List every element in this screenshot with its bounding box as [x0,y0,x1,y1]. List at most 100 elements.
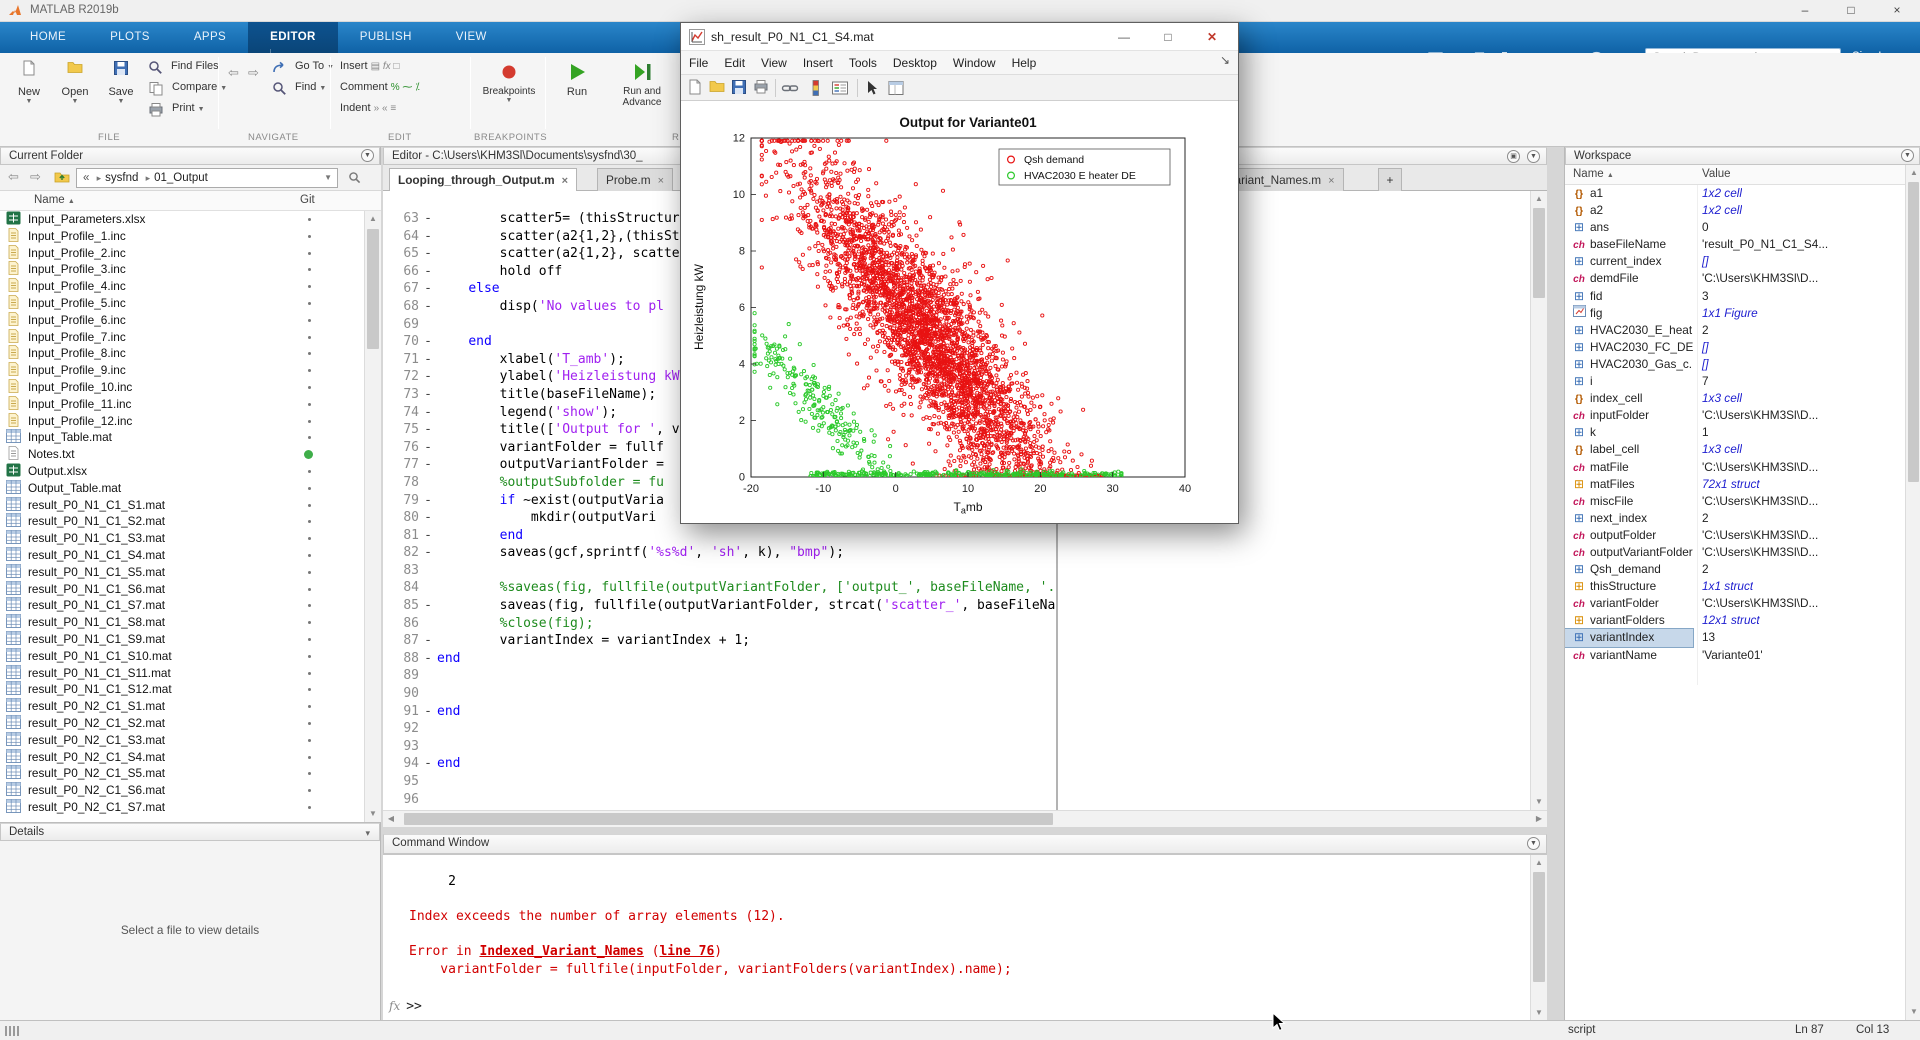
workspace-variable-row[interactable]: ⊞ HVAC2030_E_heat... 2 [1565,322,1905,339]
file-row[interactable]: Input_Profile_4.inc [0,278,364,295]
print-icon[interactable] [753,79,771,97]
figure-menu-insert[interactable]: Insert [795,51,841,75]
toolstrip-tab-view[interactable]: VIEW [434,22,509,53]
find-files-button[interactable]: Find Files [148,60,219,79]
link-icon[interactable] [781,79,799,97]
new-tab-button[interactable]: + [1378,168,1402,191]
file-row[interactable]: result_P0_N1_C1_S1.mat [0,496,364,514]
figure-menu-desktop[interactable]: Desktop [885,51,945,75]
search-folder-icon[interactable] [348,171,361,187]
maximize-button[interactable]: □ [1828,0,1874,21]
figure-menu-file[interactable]: File [681,51,716,75]
file-row[interactable]: Input_Profile_8.inc [0,345,364,362]
file-row[interactable]: Input_Profile_3.inc [0,261,364,278]
workspace-variable-row[interactable]: ⊞ matFiles 72x1 struct [1565,476,1905,493]
workspace-variable-row[interactable]: ⊞ k 1 [1565,424,1905,441]
print-button[interactable]: Print ▼ [148,102,205,121]
workspace-variable-row[interactable]: ch matFile 'C:\Users\KHM3Sl\D... [1565,459,1905,476]
indent-button[interactable]: Indent » « ≡ [340,102,396,121]
breadcrumb-dropdown-icon[interactable]: ▼ [324,169,332,187]
toolstrip-tab-plots[interactable]: PLOTS [88,22,172,53]
breadcrumb[interactable]: « ▸ sysfnd ▸ 01_Output ▼ [76,168,338,188]
workspace-variable-row[interactable]: fig 1x1 Figure [1565,304,1905,322]
file-row[interactable]: result_P0_N1_C1_S12.mat [0,681,364,698]
insert-button[interactable]: Insert ▤ fx □ [340,60,399,79]
figure-minimize-button[interactable]: — [1104,27,1144,47]
command-prompt[interactable]: fx >> [389,998,422,1016]
file-row[interactable]: Input_Table.mat [0,429,364,446]
toolstrip-tab-editor[interactable]: EDITOR [248,22,338,53]
file-row[interactable]: Output_Table.mat [0,479,364,497]
close-tab-icon[interactable]: × [658,175,664,187]
open-button[interactable]: Open ▼ [52,57,98,105]
code-line[interactable]: 96 [383,791,1056,809]
dock-figure-icon[interactable]: ↘ [1220,53,1230,67]
save-icon[interactable] [731,79,749,97]
file-row[interactable]: result_P0_N2_C1_S3.mat [0,731,364,749]
workspace-variable-row[interactable]: ⊞ HVAC2030_Gas_c...[] [1565,356,1905,373]
panel-actions-icon[interactable]: ▼ [1901,149,1914,162]
workspace-variable-row[interactable]: {} a1 1x2 cell [1565,185,1905,202]
file-row[interactable]: result_P0_N1_C1_S4.mat [0,546,364,564]
file-row[interactable]: result_P0_N1_C1_S8.mat [0,614,364,631]
forward-arrow-icon[interactable]: ⇨ [248,65,259,81]
close-button[interactable]: × [1874,0,1920,21]
command-window-scrollbar[interactable]: ▲ ▼ [1530,855,1547,1021]
code-line[interactable]: 90 [383,685,1056,703]
workspace-variable-row[interactable]: ⊞ variantIndex 13 [1565,628,1905,648]
code-line[interactable]: 81- end [383,527,1056,545]
code-line[interactable]: 83 [383,562,1056,580]
editor-scrollbar[interactable]: ▲ ▼ [1530,191,1547,810]
figure-menu-view[interactable]: View [753,51,795,75]
file-row[interactable]: Input_Profile_5.inc [0,295,364,312]
file-row[interactable]: Input_Parameters.xlsx [0,211,364,228]
go-to-button[interactable]: Go To▼ [272,60,334,79]
workspace-variable-row[interactable]: ⊞ next_index 2 [1565,510,1905,527]
workspace-variable-row[interactable]: ⊞ variantFolders 12x1 struct [1565,612,1905,629]
code-line[interactable]: 84 %saveas(fig, fullfile(outputVariantFo… [383,579,1056,597]
edit-plot-icon[interactable] [863,79,881,97]
up-folder-icon[interactable] [54,170,70,186]
close-tab-icon[interactable]: × [1328,175,1334,187]
minimize-button[interactable]: – [1782,0,1828,21]
file-row[interactable]: result_P0_N2_C1_S6.mat [0,782,364,799]
workspace-scrollbar[interactable]: ▲ ▼ [1905,165,1920,1020]
workspace-variable-row[interactable]: {} a2 1x2 cell [1565,202,1905,219]
command-window[interactable]: 2 Index exceeds the number of array eleme… [383,854,1547,1021]
workspace-variable-row[interactable]: ch baseFileName'result_P0_N1_C1_S4... [1565,236,1905,253]
file-row[interactable]: Input_Profile_9.inc [0,362,364,379]
editor-horizontal-scrollbar[interactable]: ◀ ▶ [383,810,1547,827]
scatter-plot[interactable]: Output for Variante01 -20 -10 0 10 20 30 40 0 2 4… [681,101,1238,523]
file-row[interactable]: Output.xlsx [0,463,364,480]
file-row[interactable]: result_P0_N1_C1_S5.mat [0,563,364,581]
file-list-header[interactable]: Name ▲ Git [0,191,381,211]
file-row[interactable]: result_P0_N1_C1_S7.mat [0,597,364,614]
code-line[interactable]: 89 [383,667,1056,685]
legend-icon[interactable] [831,79,849,97]
file-row[interactable]: result_P0_N1_C1_S10.mat [0,647,364,665]
colorbar-icon[interactable] [807,79,825,97]
code-line[interactable]: 82- saveas(gcf,sprintf('%s%d', 'sh', k),… [383,544,1056,562]
file-row[interactable]: Input_Profile_7.inc [0,328,364,346]
toolstrip-tab-publish[interactable]: PUBLISH [338,22,434,53]
figure-menu-edit[interactable]: Edit [716,51,753,75]
breakpoints-button[interactable]: Breakpoints ▼ [478,57,540,104]
file-row[interactable]: result_P0_N1_C1_S11.mat [0,664,364,682]
panel-actions-icon[interactable]: ▼ [1527,837,1540,850]
file-row[interactable]: result_P0_N1_C1_S9.mat [0,630,364,648]
workspace-variable-row[interactable]: ch miscFile 'C:\Users\KHM3Sl\D... [1565,493,1905,510]
workspace-header[interactable]: Name ▲ Value [1565,165,1905,185]
back-arrow-icon[interactable]: ⇦ [228,65,239,81]
code-line[interactable]: 87- variantIndex = variantIndex + 1; [383,632,1056,650]
file-row[interactable]: result_P0_N2_C1_S2.mat [0,714,364,732]
error-link[interactable]: line 76 [659,944,714,959]
file-row[interactable]: Notes.txt [0,446,364,463]
code-line[interactable]: 92 [383,720,1056,738]
close-tab-icon[interactable]: × [562,175,568,187]
file-row[interactable]: result_P0_N2_C1_S5.mat [0,765,364,782]
inspector-icon[interactable] [887,79,905,97]
new-button[interactable]: New ▼ [6,57,52,105]
file-row[interactable]: Input_Profile_2.inc [0,244,364,262]
figure-menu-help[interactable]: Help [1004,51,1045,75]
file-row[interactable]: Input_Profile_6.inc [0,311,364,329]
